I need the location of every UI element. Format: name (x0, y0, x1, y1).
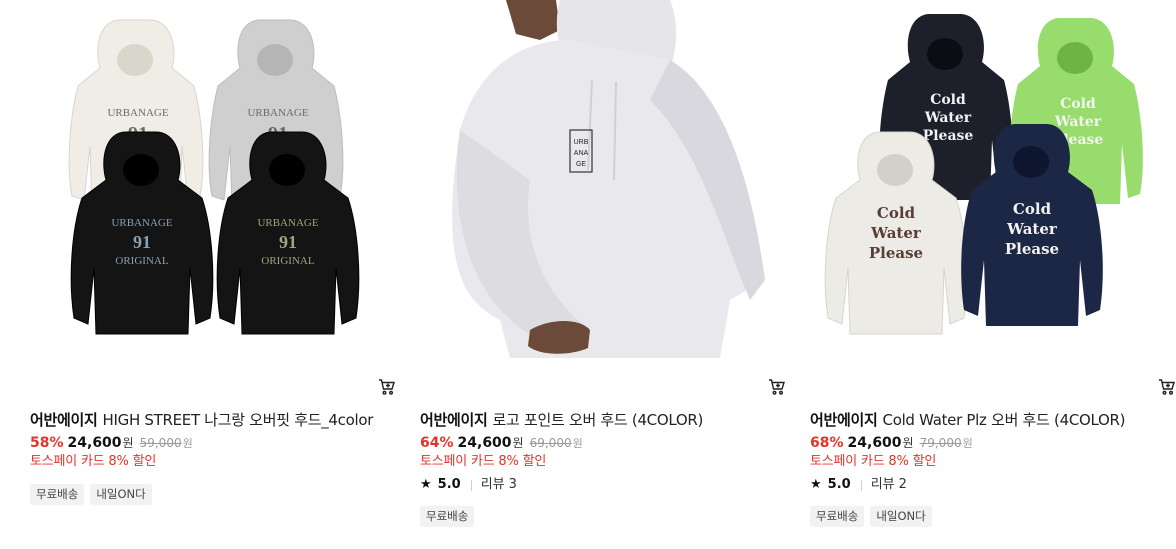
svg-text:Cold: Cold (1013, 200, 1052, 218)
svg-text:Please: Please (923, 128, 974, 144)
tag-free-shipping: 무료배송 (810, 506, 865, 527)
tag-next-day: 내일ON다 (870, 506, 932, 527)
sale-price: 24,600 (67, 435, 122, 451)
product-card[interactable]: URBANAGE 91 ORIGINAL URBANAGE 91 URBANAG… (30, 0, 395, 549)
svg-text:ORIGINAL: ORIGINAL (261, 255, 314, 267)
original-price: 79,000 (919, 436, 962, 450)
rating-score: 5.0 (437, 477, 461, 492)
review-label: 리뷰 (480, 477, 505, 492)
promo-text: 토스페이 카드 8% 할인 (420, 454, 547, 469)
product-name[interactable]: Cold Water Plz 오버 후드 (4COLOR) (883, 411, 1126, 429)
currency-label: 원 (902, 436, 914, 450)
sale-price: 24,600 (847, 435, 902, 451)
divider (470, 479, 472, 491)
svg-text:Water: Water (924, 110, 972, 126)
svg-text:URBANAGE: URBANAGE (257, 217, 318, 229)
cart-add-icon[interactable] (1158, 378, 1176, 396)
svg-text:URB: URB (574, 139, 589, 146)
svg-text:Water: Water (1006, 220, 1058, 238)
currency-label: 원 (512, 436, 524, 450)
svg-text:URBANAGE: URBANAGE (247, 107, 308, 119)
model-hoodie-image: URB ANA GE (420, 0, 780, 358)
rating-score: 5.0 (827, 477, 851, 492)
tag-list: 무료배송 내일ON다 (30, 484, 152, 505)
tag-next-day: 내일ON다 (90, 484, 152, 505)
svg-text:Cold: Cold (1060, 96, 1096, 112)
svg-text:ORIGINAL: ORIGINAL (115, 255, 168, 267)
product-card[interactable]: Cold Water Please Cold Water Please Cold… (810, 0, 1175, 549)
review-count: 2 (898, 477, 907, 492)
original-price: 69,000 (529, 436, 572, 450)
price-row: 58% 24,600원 59,000원 (30, 434, 193, 453)
svg-text:URBANAGE: URBANAGE (107, 107, 168, 119)
svg-text:Cold: Cold (930, 92, 966, 108)
svg-text:91: 91 (279, 232, 297, 252)
original-price: 59,000 (139, 436, 182, 450)
original-currency-label: 원 (572, 437, 583, 450)
product-name[interactable]: HIGH STREET 나그랑 오버핏 후드_4color (103, 411, 374, 429)
product-image[interactable]: Cold Water Please Cold Water Please Cold… (810, 0, 1170, 358)
review-count: 3 (508, 477, 517, 492)
discount-rate: 64% (420, 435, 454, 451)
hoodie-set-image: URBANAGE 91 ORIGINAL URBANAGE 91 URBANAG… (30, 0, 390, 358)
promo-text: 토스페이 카드 8% 할인 (30, 454, 157, 469)
svg-text:GE: GE (576, 161, 586, 168)
svg-text:Cold: Cold (877, 204, 916, 222)
discount-rate: 68% (810, 435, 844, 451)
star-icon: ★ (420, 477, 432, 492)
brand-name[interactable]: 어반에이지 (420, 411, 488, 429)
rating-row[interactable]: ★ 5.0 리뷰 2 (810, 476, 907, 494)
product-name[interactable]: 로고 포인트 오버 후드 (4COLOR) (493, 411, 704, 429)
original-currency-label: 원 (182, 437, 193, 450)
rating-row[interactable]: ★ 5.0 리뷰 3 (420, 476, 517, 494)
svg-text:URBANAGE: URBANAGE (111, 217, 172, 229)
tag-list: 무료배송 내일ON다 (810, 506, 932, 527)
price-row: 64% 24,600원 69,000원 (420, 434, 583, 453)
tag-list: 무료배송 (420, 506, 475, 527)
product-card[interactable]: URB ANA GE 어반에이지 로고 포인트 오버 후드 (4COLOR) 64… (420, 0, 785, 549)
tag-free-shipping: 무료배송 (30, 484, 85, 505)
review-label: 리뷰 (870, 477, 895, 492)
promo-text: 토스페이 카드 8% 할인 (810, 454, 937, 469)
svg-text:ANA: ANA (574, 150, 589, 157)
currency-label: 원 (122, 436, 134, 450)
svg-text:Please: Please (1005, 240, 1059, 258)
product-image[interactable]: URB ANA GE (420, 0, 780, 358)
cart-add-icon[interactable] (378, 378, 398, 396)
star-icon: ★ (810, 477, 822, 492)
svg-text:Water: Water (870, 224, 922, 242)
tag-free-shipping: 무료배송 (420, 506, 475, 527)
product-title[interactable]: 어반에이지 HIGH STREET 나그랑 오버핏 후드_4color (30, 410, 405, 430)
price-row: 68% 24,600원 79,000원 (810, 434, 973, 453)
original-currency-label: 원 (962, 437, 973, 450)
product-title[interactable]: 어반에이지 Cold Water Plz 오버 후드 (4COLOR) (810, 410, 1176, 430)
svg-text:Water: Water (1054, 114, 1102, 130)
discount-rate: 58% (30, 435, 64, 451)
svg-text:91: 91 (133, 232, 151, 252)
product-image[interactable]: URBANAGE 91 ORIGINAL URBANAGE 91 URBANAG… (30, 0, 390, 358)
hoodie-set-image: Cold Water Please Cold Water Please Cold… (810, 0, 1170, 358)
brand-name[interactable]: 어반에이지 (810, 411, 878, 429)
cart-add-icon[interactable] (768, 378, 788, 396)
product-title[interactable]: 어반에이지 로고 포인트 오버 후드 (4COLOR) (420, 410, 795, 430)
svg-text:Please: Please (869, 244, 923, 262)
divider (860, 479, 862, 491)
brand-name[interactable]: 어반에이지 (30, 411, 98, 429)
sale-price: 24,600 (457, 435, 512, 451)
